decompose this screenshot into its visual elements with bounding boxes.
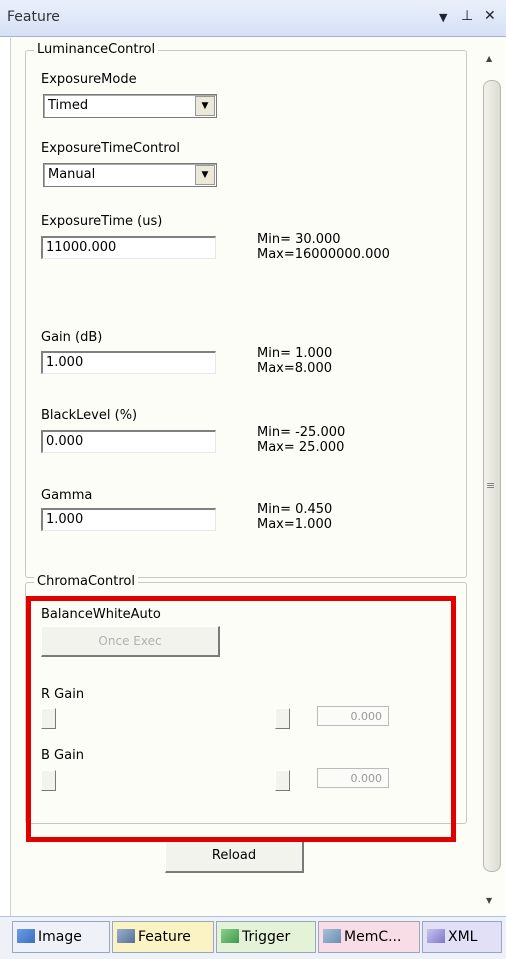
gamma-max: Max=1.000 [257,517,332,532]
chroma-control-legend: ChromaControl [34,574,138,589]
luminance-control-legend: LuminanceControl [34,42,159,57]
gamma-min: Min= 0.450 [257,502,333,517]
exposure-time-value: 11000.000 [46,240,117,255]
vertical-scrollbar[interactable]: ▲ ≡ ▼ [477,38,505,916]
exposure-time-control-label: ExposureTimeControl [41,141,180,156]
panel-titlebar: Feature ▼ ⊥ ✕ [0,0,506,37]
black-level-value: 0.000 [46,434,84,449]
black-level-range: Min= -25.000 Max= 25.000 [257,425,345,455]
scroll-down-icon[interactable]: ▼ [486,896,492,905]
image-icon [17,929,35,943]
exposure-time-label: ExposureTime (us) [41,214,163,229]
gain-label: Gain (dB) [41,330,103,345]
memory-icon [323,929,341,943]
reload-button[interactable]: Reload [165,840,304,873]
gamma-range: Min= 0.450 Max=1.000 [257,502,332,532]
tab-image-label: Image [38,929,82,945]
exposure-time-min: Min= 30.000 [257,232,341,247]
panel-title: Feature [7,9,60,25]
tab-xml[interactable]: XML [422,921,502,953]
chevron-down-icon[interactable]: ▼ [195,165,215,185]
gain-input[interactable]: 1.000 [41,351,216,374]
gain-range: Min= 1.000 Max=8.000 [257,346,332,376]
scrollbar-thumb[interactable]: ≡ [483,80,501,872]
tab-trigger[interactable]: Trigger [216,921,316,953]
close-icon[interactable]: ✕ [484,8,496,24]
dropdown-arrow-icon[interactable]: ▼ [439,11,447,24]
gamma-label: Gamma [41,488,93,503]
gain-value: 1.000 [46,355,84,370]
xml-icon [427,929,445,943]
tab-memc[interactable]: MemC... [318,921,420,953]
tab-memc-label: MemC... [344,929,402,945]
exposure-mode-label: ExposureMode [41,72,137,87]
gain-max: Max=8.000 [257,361,332,376]
exposure-time-max: Max=16000000.000 [257,247,390,262]
black-level-max: Max= 25.000 [257,440,345,455]
tab-feature-label: Feature [138,929,191,945]
feature-icon [117,929,135,943]
exposure-mode-select[interactable]: Timed ▼ [43,94,217,118]
tab-image[interactable]: Image [12,921,110,953]
highlight-box [26,596,456,842]
tab-xml-label: XML [448,929,478,945]
exposure-time-range: Min= 30.000 Max=16000000.000 [257,232,390,262]
pin-icon[interactable]: ⊥ [461,8,473,24]
exposure-mode-value: Timed [48,98,89,113]
exposure-time-input[interactable]: 11000.000 [41,236,216,259]
black-level-label: BlackLevel (%) [41,408,138,423]
exposure-time-control-value: Manual [48,167,96,182]
gamma-input[interactable]: 1.000 [41,508,216,531]
chevron-down-icon[interactable]: ▼ [195,96,215,116]
tab-feature[interactable]: Feature [112,921,214,953]
panel-tab-bar: Image Feature Trigger MemC... XML [0,916,506,959]
trigger-icon [221,929,239,943]
black-level-input[interactable]: 0.000 [41,430,216,453]
exposure-time-control-select[interactable]: Manual ▼ [43,163,217,187]
gamma-value: 1.000 [46,512,84,527]
tab-trigger-label: Trigger [242,929,291,945]
black-level-min: Min= -25.000 [257,425,346,440]
scroll-grip-icon: ≡ [486,479,496,492]
gain-min: Min= 1.000 [257,346,333,361]
scroll-up-icon[interactable]: ▲ [486,54,492,63]
